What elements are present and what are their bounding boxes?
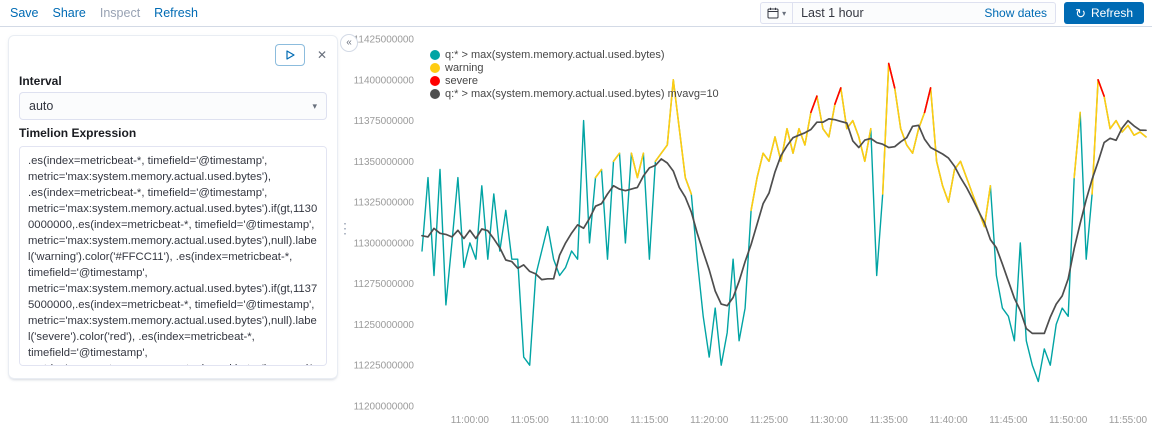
chart-region: q:* > max(system.memory.actual.used.byte…	[352, 27, 1152, 430]
y-axis-tick-label: 11200000000	[354, 402, 415, 413]
close-icon[interactable]: ✕	[317, 49, 327, 61]
x-axis-tick-label: 11:05:00	[511, 415, 550, 426]
interval-value: auto	[29, 99, 54, 113]
menu-inspect[interactable]: Inspect	[100, 6, 140, 20]
x-axis-tick-label: 11:15:00	[630, 415, 669, 426]
refresh-label: Refresh	[1090, 6, 1133, 20]
calendar-icon	[767, 7, 779, 19]
app-menu: Save Share Inspect Refresh	[8, 6, 198, 20]
grab-dots-icon: ⋮	[338, 220, 352, 236]
x-axis-tick-label: 11:40:00	[929, 415, 968, 426]
chevron-down-icon: ▾	[312, 100, 317, 111]
collapse-editor-button[interactable]: «	[340, 34, 358, 52]
legend-item: severe	[430, 75, 719, 87]
main-content: ✕ Interval auto ▾ Timelion Expression .e…	[0, 27, 1152, 430]
y-axis-tick-label: 11275000000	[354, 279, 415, 290]
x-axis-tick-label: 11:35:00	[870, 415, 909, 426]
expression-textarea[interactable]: .es(index=metricbeat-*, timefield='@time…	[19, 146, 327, 366]
legend-label: warning	[445, 62, 484, 74]
play-icon	[286, 50, 295, 60]
legend-label: q:* > max(system.memory.actual.used.byte…	[445, 88, 719, 100]
chart-legend: q:* > max(system.memory.actual.used.byte…	[430, 49, 719, 100]
legend-label: severe	[445, 75, 479, 87]
time-range-button[interactable]: Last 1 hour	[793, 6, 984, 20]
refresh-icon: ↻	[1075, 5, 1086, 21]
timelion-editor-panel: ✕ Interval auto ▾ Timelion Expression .e…	[8, 35, 338, 379]
chevron-down-icon: ▾	[782, 8, 787, 18]
x-axis-tick-label: 11:30:00	[810, 415, 849, 426]
menu-share[interactable]: Share	[53, 6, 86, 20]
editor-toolbar: ✕	[19, 44, 327, 66]
y-axis-tick-label: 11300000000	[354, 238, 415, 249]
interval-select[interactable]: auto ▾	[19, 92, 327, 120]
legend-item: q:* > max(system.memory.actual.used.byte…	[430, 49, 719, 61]
y-axis-tick-label: 11375000000	[354, 116, 415, 127]
x-axis-tick-label: 11:10:00	[570, 415, 609, 426]
panel-resize-handle[interactable]: ⋮	[338, 27, 352, 430]
menu-refresh[interactable]: Refresh	[154, 6, 198, 20]
x-axis-tick-label: 11:50:00	[1049, 415, 1088, 426]
legend-label: q:* > max(system.memory.actual.used.byte…	[445, 49, 665, 61]
interval-label: Interval	[19, 74, 62, 88]
y-axis-tick-label: 11225000000	[354, 361, 415, 372]
menu-save[interactable]: Save	[10, 6, 39, 20]
editor-column: ✕ Interval auto ▾ Timelion Expression .e…	[0, 27, 338, 430]
date-range-control: ▾ Last 1 hour Show dates	[760, 2, 1057, 24]
legend-item: q:* > max(system.memory.actual.used.byte…	[430, 88, 719, 100]
y-axis-tick-label: 11325000000	[354, 198, 415, 209]
expression-label: Timelion Expression	[19, 126, 137, 140]
refresh-button[interactable]: ↻ Refresh	[1064, 2, 1144, 24]
double-chevron-left-icon: «	[346, 37, 352, 48]
legend-color-dot	[430, 50, 440, 60]
super-date-picker: ▾ Last 1 hour Show dates ↻ Refresh	[760, 2, 1144, 24]
top-bar: Save Share Inspect Refresh ▾ Last 1 hour…	[0, 0, 1152, 27]
x-axis-tick-label: 11:00:00	[451, 415, 490, 426]
y-axis-tick-label: 11425000000	[354, 35, 415, 46]
legend-color-dot	[430, 63, 440, 73]
legend-item: warning	[430, 62, 719, 74]
x-axis-tick-label: 11:45:00	[989, 415, 1028, 426]
run-expression-button[interactable]	[274, 44, 305, 66]
y-axis-tick-label: 11350000000	[354, 157, 415, 168]
x-axis-tick-label: 11:55:00	[1109, 415, 1148, 426]
x-axis-tick-label: 11:20:00	[690, 415, 729, 426]
series-severe	[810, 62, 1105, 114]
series-mvavg	[421, 118, 1147, 335]
legend-color-dot	[430, 76, 440, 86]
y-axis-tick-label: 11400000000	[354, 75, 415, 86]
x-axis-tick-label: 11:25:00	[750, 415, 789, 426]
y-axis-tick-label: 11250000000	[354, 320, 415, 331]
quick-select-button[interactable]: ▾	[761, 3, 794, 23]
legend-color-dot	[430, 89, 440, 99]
show-dates-button[interactable]: Show dates	[984, 6, 1055, 20]
